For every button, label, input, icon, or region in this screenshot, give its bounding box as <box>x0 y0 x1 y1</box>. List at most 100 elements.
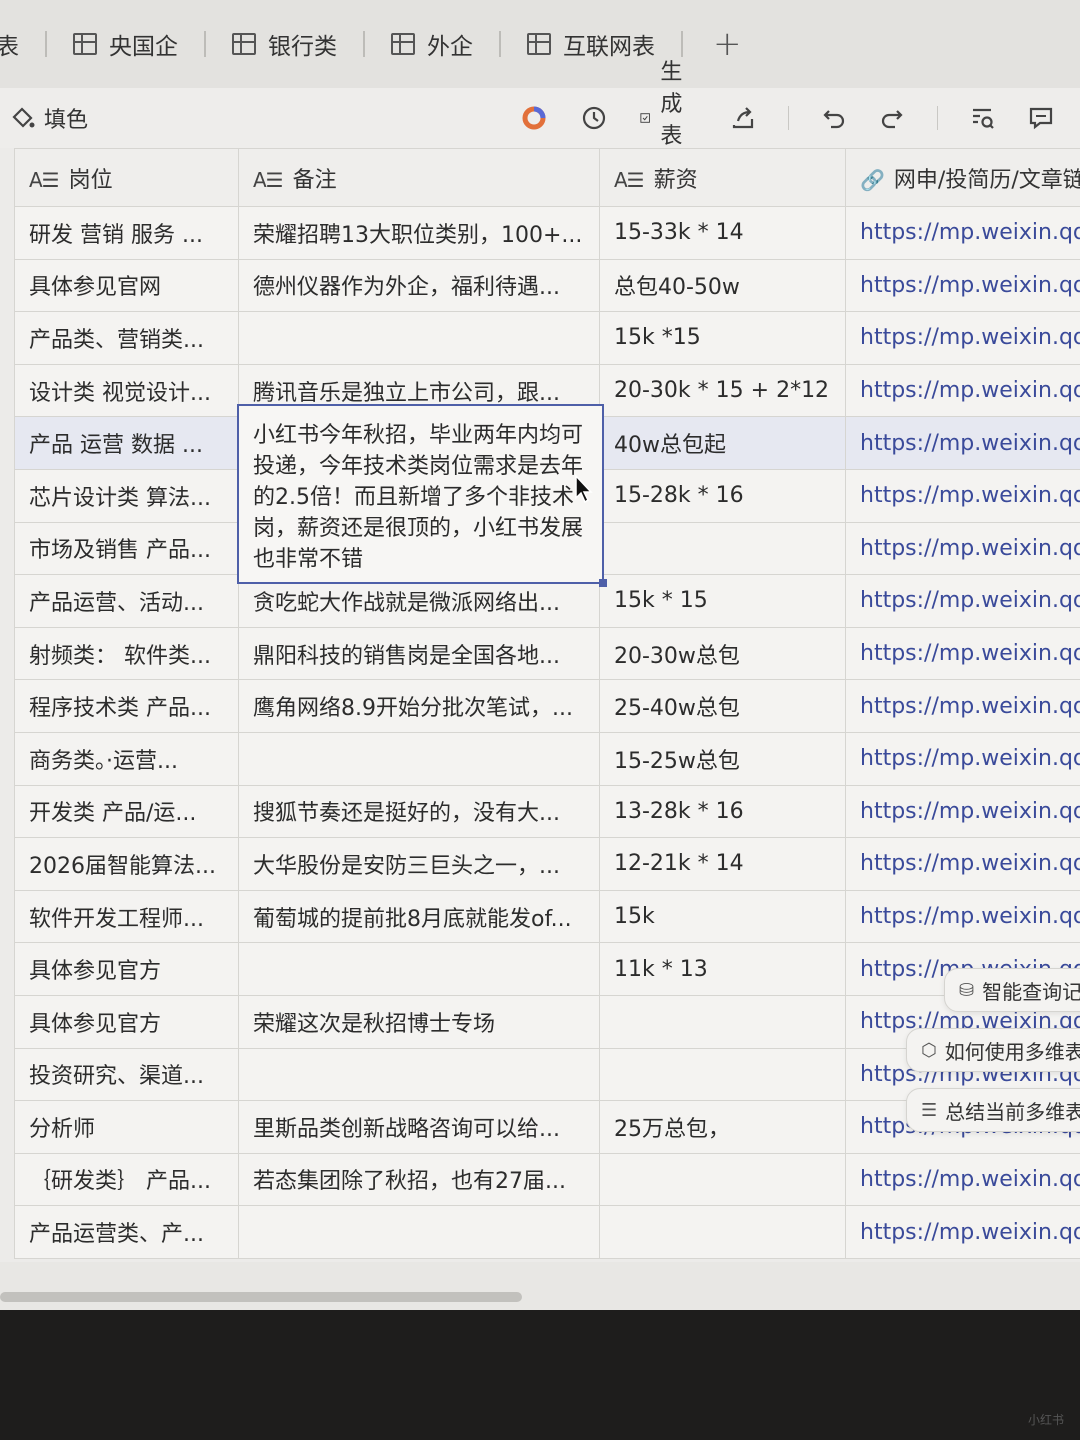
cell-link[interactable]: https://mp.weixin.qq.com <box>845 258 1080 313</box>
cell-note[interactable]: 葡萄城的提前批8月底就能发of... <box>238 889 600 944</box>
table-row[interactable]: ｛研发类｝ 产品... 若态集团除了秋招，也有27届... https://mp.w… <box>14 1152 1080 1207</box>
column-header-link[interactable]: 🔗 网申/投简历/文章链接 <box>845 148 1080 207</box>
share-icon[interactable] <box>730 105 756 131</box>
expanded-note-cell[interactable]: 小红书今年秋招，毕业两年内均可投递，今年技术类岗位需求是去年的2.5倍！而且新增… <box>237 404 607 587</box>
history-icon[interactable] <box>580 104 608 132</box>
table-row[interactable]: 产品运营类、产... https://mp.weixin.qq.com <box>14 1205 1080 1259</box>
cell-position[interactable]: 产品 运营 数据 ... <box>14 416 239 470</box>
cell-salary[interactable]: 15-33k * 14 <box>599 206 846 260</box>
cell-link[interactable]: https://mp.weixin.qq.com <box>845 837 1080 891</box>
cell-position[interactable]: 产品运营、活动... <box>14 574 239 628</box>
tab-central-soe[interactable]: 央国企 <box>47 0 204 88</box>
cell-note[interactable] <box>238 311 600 365</box>
cell-salary[interactable] <box>599 1205 846 1259</box>
cell-link[interactable]: https://mp.weixin.qq.com <box>845 416 1080 470</box>
cell-position[interactable]: 开发类 产品/运... <box>14 784 239 839</box>
table-row[interactable]: 具体参见官网 德州仪器作为外企，福利待遇... 总包40-50w https://mp… <box>14 258 1080 313</box>
table-row[interactable]: 产品类、营销类... 15k *15https://mp.weixin.qq.co… <box>14 311 1080 365</box>
cell-note[interactable]: 荣耀招聘13大职位类别，100+... <box>238 206 600 260</box>
cell-note[interactable]: 大华股份是安防三巨头之一，... <box>238 837 600 891</box>
search-icon[interactable] <box>970 105 996 131</box>
column-header-position[interactable]: A☰ 岗位 <box>14 148 239 207</box>
table-row[interactable]: 软件开发工程师... 葡萄城的提前批8月底就能发of... 15k https://m… <box>14 889 1080 944</box>
cell-salary[interactable] <box>599 994 846 1049</box>
cell-position[interactable]: 市场及销售 产品... <box>14 521 239 576</box>
ai-chip-summarize[interactable]: ☰ 总结当前多维表格 <box>906 1088 1080 1132</box>
cell-salary[interactable] <box>599 521 846 576</box>
cell-note[interactable]: 若态集团除了秋招，也有27届... <box>238 1152 600 1207</box>
cell-note[interactable] <box>238 731 600 786</box>
cell-salary[interactable]: 13-28k * 16 <box>599 784 846 839</box>
cell-link[interactable]: https://mp.weixin.qq.com <box>845 626 1080 681</box>
tab-partial[interactable]: 表 <box>0 0 45 88</box>
cell-position[interactable]: 射频类： 软件类... <box>14 626 239 681</box>
cell-position[interactable]: 商务类。·运营... <box>14 731 239 786</box>
cell-note[interactable]: 荣耀这次是秋招博士专场 <box>238 994 600 1049</box>
cell-position[interactable]: 程序技术类 产品... <box>14 679 239 733</box>
cell-link[interactable]: https://mp.weixin.qq.com <box>845 679 1080 733</box>
cell-note[interactable]: 鼎阳科技的销售岗是全国各地... <box>238 626 600 681</box>
table-row[interactable]: 商务类。·运营... 15-25w总包https://mp.weixin.qq.c… <box>14 731 1080 786</box>
cell-link[interactable]: https://mp.weixin.qq.com <box>845 311 1080 365</box>
cell-salary[interactable]: 12-21k * 14 <box>599 837 846 891</box>
cell-position[interactable]: 投资研究、渠道... <box>14 1047 239 1102</box>
cell-link[interactable]: https://mp.weixin.qq.com <box>845 889 1080 944</box>
cell-link[interactable]: https://mp.weixin.qq.com <box>845 731 1080 786</box>
cell-salary[interactable]: 40w总包起 <box>599 416 846 470</box>
redo-icon[interactable] <box>879 105 905 131</box>
cell-position[interactable]: 芯片设计类 算法... <box>14 468 239 523</box>
cell-note[interactable] <box>238 1205 600 1259</box>
cell-salary[interactable]: 总包40-50w <box>599 258 846 313</box>
ai-chip-how-to-use[interactable]: ⬡ 如何使用多维表格 <box>906 1028 1080 1072</box>
table-row[interactable]: 程序技术类 产品... 鹰角网络8.9开始分批次笔试，... 25-40w总包 htt… <box>14 679 1080 733</box>
cell-note[interactable]: 德州仪器作为外企，福利待遇... <box>238 258 600 313</box>
cell-link[interactable]: https://mp.weixin.qq.com <box>845 363 1080 418</box>
cell-salary[interactable]: 15k *15 <box>599 311 846 365</box>
cell-position[interactable]: 产品运营类、产... <box>14 1205 239 1259</box>
cell-note[interactable] <box>238 1047 600 1102</box>
cell-link[interactable]: https://mp.weixin.qq.com <box>845 1152 1080 1207</box>
cell-link[interactable]: https://mp.weixin.qq.com <box>845 468 1080 523</box>
cell-salary[interactable] <box>599 1047 846 1102</box>
cell-position[interactable]: 产品类、营销类... <box>14 311 239 365</box>
cell-salary[interactable] <box>599 1152 846 1207</box>
column-header-salary[interactable]: A☰ 薪资 <box>599 148 846 207</box>
table-row[interactable]: 射频类： 软件类... 鼎阳科技的销售岗是全国各地... 20-30w总包 https… <box>14 626 1080 681</box>
cell-salary[interactable]: 15k * 15 <box>599 574 846 628</box>
cell-link[interactable]: https://mp.weixin.qq.com <box>845 574 1080 628</box>
table-row[interactable]: 具体参见官方11k * 13https://mp.weixin.qq.com <box>14 942 1080 996</box>
table-row[interactable]: 2026届智能算法... 大华股份是安防三巨头之一，... 12-21k * 14 h… <box>14 837 1080 891</box>
cell-link[interactable]: https://mp.weixin.qq.com <box>845 206 1080 260</box>
cell-position[interactable]: 具体参见官方 <box>14 942 239 996</box>
cell-link[interactable]: https://mp.weixin.qq.com <box>845 784 1080 839</box>
horizontal-scrollbar[interactable] <box>0 1262 1080 1310</box>
cell-salary[interactable]: 15-25w总包 <box>599 731 846 786</box>
fill-color-button[interactable]: 填色 <box>10 102 88 134</box>
cell-salary[interactable]: 25万总包， <box>599 1100 846 1154</box>
cell-position[interactable]: 具体参见官方 <box>14 994 239 1049</box>
cell-salary[interactable]: 15k <box>599 889 846 944</box>
table-row[interactable]: 研发 营销 服务 ... 荣耀招聘13大职位类别，100+... 15-33k * … <box>14 206 1080 260</box>
cell-position[interactable]: 研发 营销 服务 ... <box>14 206 239 260</box>
undo-icon[interactable] <box>821 105 847 131</box>
column-header-note[interactable]: A☰ 备注 <box>238 148 600 207</box>
comment-icon[interactable] <box>1028 105 1054 131</box>
cell-note[interactable]: 搜狐节奏还是挺好的，没有大... <box>238 784 600 839</box>
cell-note[interactable] <box>238 942 600 996</box>
cell-salary[interactable]: 11k * 13 <box>599 942 846 996</box>
ai-chip-query-records[interactable]: ⛁ 智能查询记录 <box>944 968 1080 1012</box>
cell-position[interactable]: 具体参见官网 <box>14 258 239 313</box>
cell-position[interactable]: 分析师 <box>14 1100 239 1154</box>
cell-position[interactable]: ｛研发类｝ 产品... <box>14 1152 239 1207</box>
cell-position[interactable]: 软件开发工程师... <box>14 889 239 944</box>
scrollbar-thumb[interactable] <box>0 1292 522 1302</box>
cell-salary[interactable]: 25-40w总包 <box>599 679 846 733</box>
resize-handle[interactable] <box>599 579 607 587</box>
tab-banks[interactable]: 银行类 <box>206 0 363 88</box>
table-row[interactable]: 开发类 产品/运... 搜狐节奏还是挺好的，没有大... 13-28k * 16 ht… <box>14 784 1080 839</box>
cell-salary[interactable]: 20-30w总包 <box>599 626 846 681</box>
cell-note[interactable]: 鹰角网络8.9开始分批次笔试，... <box>238 679 600 733</box>
cell-salary[interactable]: 20-30k * 15 + 2*12 <box>599 363 846 418</box>
cell-position[interactable]: 2026届智能算法... <box>14 837 239 891</box>
cell-link[interactable]: https://mp.weixin.qq.com <box>845 1205 1080 1259</box>
